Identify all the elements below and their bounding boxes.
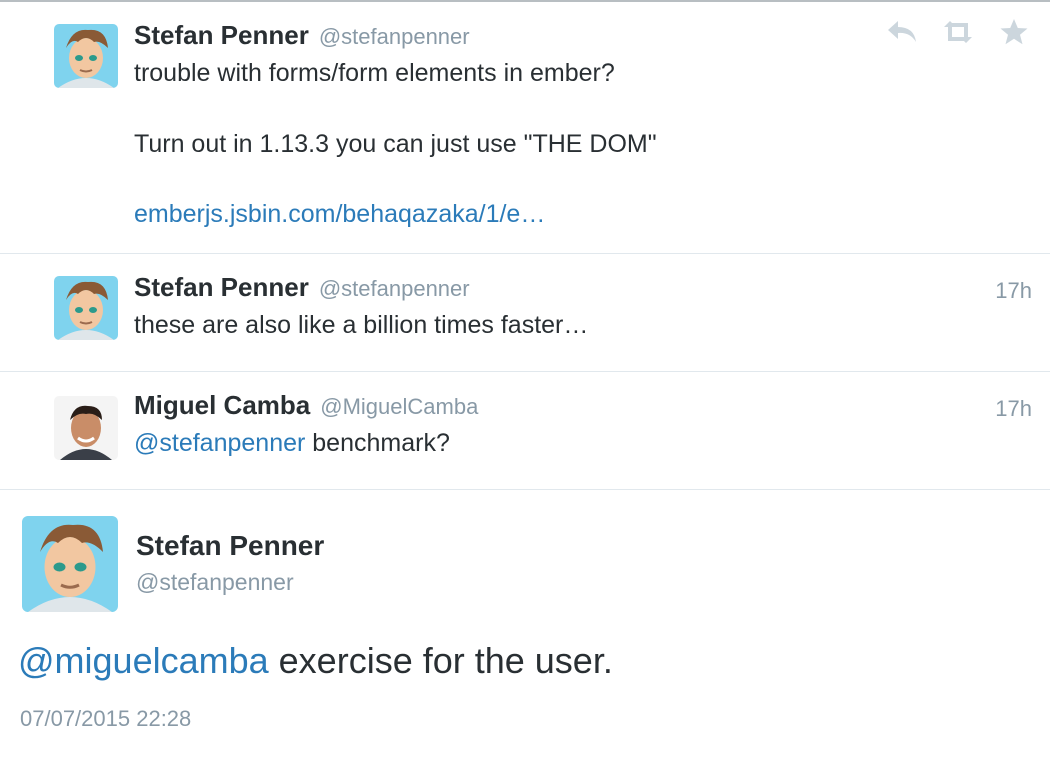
user-name[interactable]: Stefan Penner bbox=[136, 530, 324, 562]
retweet-icon[interactable] bbox=[940, 16, 976, 48]
reply-icon[interactable] bbox=[884, 16, 920, 48]
tweet-text-line: Turn out in 1.13.3 you can just use "THE… bbox=[134, 129, 657, 158]
tweet-header: Stefan Penner @stefanpenner bbox=[134, 20, 470, 51]
cartoon-avatar-icon bbox=[54, 276, 118, 340]
tweet-text: @miguelcamba exercise for the user. bbox=[18, 640, 613, 682]
user-name[interactable]: Miguel Camba bbox=[134, 390, 310, 420]
tweet[interactable]: Stefan Penner @stefanpenner 17h these are… bbox=[0, 254, 1050, 372]
tweet-header: Miguel Camba @MiguelCamba bbox=[134, 390, 478, 421]
tweet-text-line: exercise for the user. bbox=[268, 640, 613, 681]
avatar[interactable] bbox=[22, 516, 118, 612]
tweet-date[interactable]: 07/07/2015 22:28 bbox=[20, 706, 191, 732]
avatar[interactable] bbox=[54, 24, 118, 88]
tweet-text-line: these are also like a billion times fast… bbox=[134, 311, 589, 339]
tweet-timestamp[interactable]: 17h bbox=[995, 278, 1032, 304]
conversation-timeline: Stefan Penner @stefanpenner trouble with … bbox=[0, 0, 1050, 758]
cartoon-avatar-icon bbox=[22, 516, 118, 612]
tweet-link[interactable]: emberjs.jsbin.com/behaqazaka/1/e… bbox=[134, 200, 545, 228]
tweet[interactable]: Stefan Penner @stefanpenner trouble with … bbox=[0, 2, 1050, 254]
tweet-text: @stefanpenner benchmark? bbox=[134, 426, 1014, 462]
tweet-header: Stefan Penner @stefanpenner bbox=[134, 272, 470, 303]
tweet-text: these are also like a billion times fast… bbox=[134, 308, 1014, 344]
avatar[interactable] bbox=[54, 276, 118, 340]
mention-link[interactable]: @miguelcamba bbox=[18, 640, 269, 681]
tweet[interactable]: Miguel Camba @MiguelCamba 17h @stefanpenn… bbox=[0, 372, 1050, 490]
photo-avatar-icon bbox=[54, 396, 118, 460]
mention-link[interactable]: @stefanpenner bbox=[134, 429, 305, 457]
user-name[interactable]: Stefan Penner bbox=[134, 20, 309, 50]
tweet-timestamp[interactable]: 17h bbox=[995, 396, 1032, 422]
expanded-tweet: Stefan Penner @stefanpenner @miguelcamba… bbox=[0, 490, 1050, 758]
user-handle[interactable]: @stefanpenner bbox=[136, 569, 294, 596]
user-handle[interactable]: @stefanpenner bbox=[319, 24, 470, 49]
avatar[interactable] bbox=[54, 396, 118, 460]
favorite-icon[interactable] bbox=[996, 16, 1032, 48]
tweet-text: trouble with forms/form elements in embe… bbox=[134, 56, 1014, 233]
tweet-text-line: benchmark? bbox=[305, 429, 450, 457]
cartoon-avatar-icon bbox=[54, 24, 118, 88]
tweet-actions bbox=[884, 16, 1032, 48]
user-name[interactable]: Stefan Penner bbox=[134, 272, 309, 302]
user-handle[interactable]: @MiguelCamba bbox=[320, 394, 478, 419]
tweet-text-line: trouble with forms/form elements in embe… bbox=[134, 59, 615, 87]
user-handle[interactable]: @stefanpenner bbox=[319, 276, 470, 301]
